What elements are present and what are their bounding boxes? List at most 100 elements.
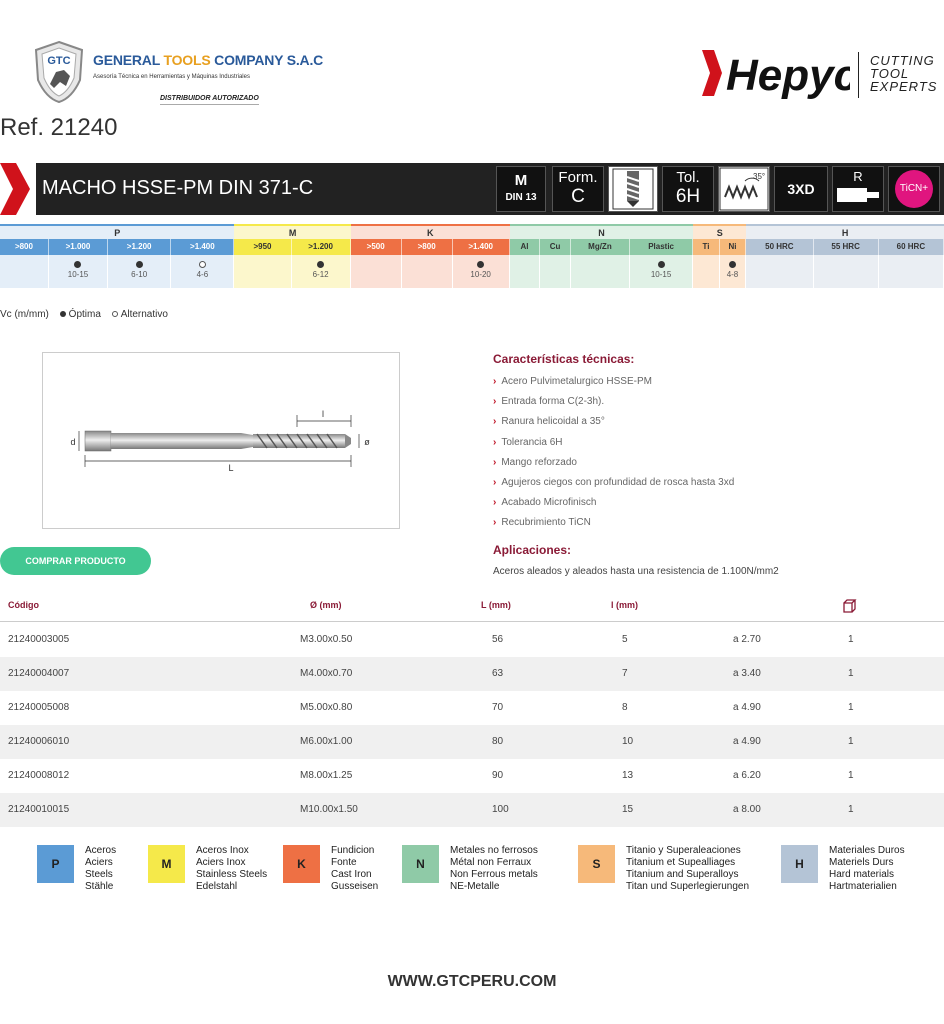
applications-text: Aceros aleados y aleados hasta una resis… xyxy=(493,566,779,577)
bullet-arrow-icon: › xyxy=(493,376,497,387)
optimal-dot-icon xyxy=(74,261,82,268)
material-value xyxy=(350,255,402,288)
material-subgroup: >1.200 xyxy=(291,239,351,255)
footer-website[interactable]: WWW.GTCPERU.COM xyxy=(0,973,944,991)
material-subgroup: >800 xyxy=(0,239,49,255)
table-cell: a 4.90 xyxy=(733,736,761,747)
table-row[interactable]: 21240004007 M4.00x0.70 63 7 a 3.40 1 xyxy=(0,657,944,691)
cutting-speed-range: 6-10 xyxy=(131,270,148,279)
bullet-arrow-icon: › xyxy=(493,497,497,509)
helix-icon: 35° xyxy=(718,166,770,212)
table-row[interactable]: 21240010015 M10.00x1.50 100 15 a 8.00 1 xyxy=(0,793,944,827)
optimal-dot-icon xyxy=(728,261,736,268)
table-cell: 63 xyxy=(492,668,504,679)
product-table-header: Código Ø (mm) L (mm) l (mm) xyxy=(0,594,944,622)
material-subgroup: >1.400 xyxy=(452,239,510,255)
header-diameter: Ø (mm) xyxy=(310,600,342,610)
cutting-speed-range: 10-15 xyxy=(650,270,672,279)
table-cell: a 4.90 xyxy=(733,702,761,713)
material-subgroup: 60 HRC xyxy=(878,239,944,255)
material-subgroup: >950 xyxy=(234,239,292,255)
svg-text:l: l xyxy=(322,409,324,419)
table-cell: 56 xyxy=(492,634,504,645)
table-cell: 7 xyxy=(622,668,628,679)
material-value xyxy=(401,255,453,288)
table-cell: M6.00x1.00 xyxy=(300,736,353,747)
shank-icon: R xyxy=(832,166,884,212)
table-cell: 21240005008 xyxy=(8,702,70,713)
svg-text:d: d xyxy=(70,437,75,447)
material-legend: Vc (m/mm) Óptima Alternativo xyxy=(0,309,168,320)
material-subgroup: >1.400 xyxy=(171,239,235,255)
table-cell: 10 xyxy=(622,736,634,747)
legend-square: S xyxy=(578,845,615,883)
table-cell: 13 xyxy=(622,770,634,781)
material-value xyxy=(234,255,292,288)
header-thread-length: l (mm) xyxy=(611,600,638,610)
cutting-speed-range: 10-15 xyxy=(67,270,89,279)
legend-text: Materiales Duros Materiels Durs Hard mater… xyxy=(829,845,905,892)
material-value: 10-20 xyxy=(452,255,510,288)
table-cell: 80 xyxy=(492,736,504,747)
cutting-speed-range: 4-6 xyxy=(196,270,209,279)
material-value xyxy=(570,255,630,288)
applications-title: Aplicaciones: xyxy=(493,543,572,557)
material-subgroup: Cu xyxy=(540,239,571,255)
hepyc-divider xyxy=(858,52,859,98)
tolerance-box: Tol. 6H xyxy=(662,166,714,212)
material-subgroup: >800 xyxy=(401,239,453,255)
gtc-logo-badge: GTC xyxy=(34,40,84,104)
svg-text:35°: 35° xyxy=(753,172,765,181)
optimal-dot-icon xyxy=(59,311,66,317)
cutting-speed-range: 6-12 xyxy=(312,270,329,279)
table-cell: M10.00x1.50 xyxy=(300,804,358,815)
header-length: L (mm) xyxy=(481,600,511,610)
cutting-speed-range: 10-20 xyxy=(470,270,491,279)
material-group-m: M xyxy=(234,224,351,239)
material-value: 6-10 xyxy=(108,255,172,288)
optimal-dot-icon xyxy=(657,261,665,268)
table-cell: M5.00x0.80 xyxy=(300,702,353,713)
optimal-dot-icon xyxy=(135,261,143,268)
gtc-distributor-label: DISTRIBUIDOR AUTORIZADO xyxy=(160,95,259,105)
table-cell: 21240003005 xyxy=(8,634,70,645)
characteristic-item: › Tolerancia 6H xyxy=(493,436,563,448)
table-cell: 1 xyxy=(848,702,854,713)
cutting-speed-range: 4-8 xyxy=(726,270,739,279)
material-value xyxy=(746,255,814,288)
table-cell: 1 xyxy=(848,804,854,815)
material-subgroup: Ti xyxy=(693,239,720,255)
material-subgroup: Ni xyxy=(719,239,747,255)
material-subgroup: >1.200 xyxy=(108,239,172,255)
material-group-h: H xyxy=(746,224,944,239)
table-cell: 90 xyxy=(492,770,504,781)
table-cell: 1 xyxy=(848,668,854,679)
table-row[interactable]: 21240006010 M6.00x1.00 80 10 a 4.90 1 xyxy=(0,725,944,759)
bullet-arrow-icon: › xyxy=(493,396,497,408)
table-cell: 21240006010 xyxy=(8,736,70,747)
characteristic-item: › Entrada forma C(2-3h). xyxy=(493,396,605,408)
table-cell: 70 xyxy=(492,702,504,713)
alternative-dot-icon xyxy=(198,261,206,268)
box-icon xyxy=(843,599,857,613)
table-cell: M3.00x0.50 xyxy=(300,634,353,645)
table-cell: a 8.00 xyxy=(733,804,761,815)
table-row[interactable]: 21240005008 M5.00x0.80 70 8 a 4.90 1 xyxy=(0,691,944,725)
table-row[interactable]: 21240008012 M8.00x1.25 90 13 a 6.20 1 xyxy=(0,759,944,793)
product-image: l L d ø xyxy=(42,352,400,529)
svg-text:GTC: GTC xyxy=(47,55,70,67)
material-group-k: K xyxy=(350,224,510,239)
table-cell: 1 xyxy=(848,634,854,645)
table-row[interactable]: 21240003005 M3.00x0.50 56 5 a 2.70 1 xyxy=(0,623,944,657)
svg-text:ø: ø xyxy=(364,437,370,447)
characteristic-item: › Agujeros ciegos con profundidad de rosc… xyxy=(493,476,735,488)
thread-standard-box: M DIN 13 xyxy=(496,166,546,212)
material-subgroup: >1.000 xyxy=(48,239,109,255)
legend-text: Aceros Inox Aciers Inox Stainless Steels Ed… xyxy=(196,845,268,892)
depth-box: 3XD xyxy=(774,166,828,212)
bullet-arrow-icon: › xyxy=(493,517,497,529)
header-code: Código xyxy=(8,600,39,610)
hepyc-tagline: CUTTING TOOL EXPERTS xyxy=(870,53,938,94)
characteristic-item: › Recubrimiento TiCN xyxy=(493,517,591,529)
buy-product-button[interactable]: COMPRAR PRODUCTO xyxy=(0,547,151,575)
